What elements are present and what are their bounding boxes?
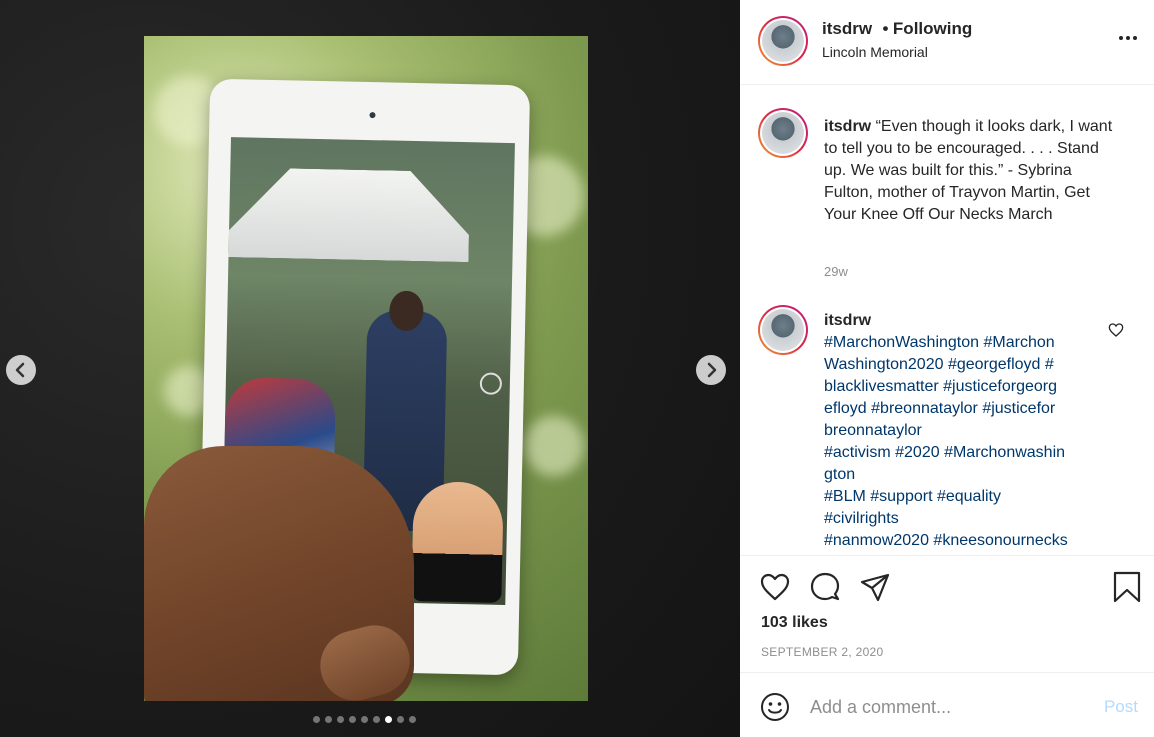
comment-button[interactable] — [808, 570, 842, 604]
heart-outline-icon — [1108, 323, 1124, 337]
carousel-dot — [361, 716, 368, 723]
carousel-dot — [385, 716, 392, 723]
caption-time[interactable]: 29w — [824, 264, 848, 279]
caption-avatar[interactable] — [758, 108, 808, 158]
hashtag-line[interactable]: Washington2020 #georgefloyd # — [824, 354, 1114, 376]
like-button[interactable] — [758, 570, 792, 604]
chevron-right-icon — [707, 362, 717, 378]
hashtag-line[interactable]: gton — [824, 464, 1114, 486]
hashtag-line[interactable]: #civilrights — [824, 508, 1114, 530]
hashtag-line[interactable]: #MarchonWashington #Marchon — [824, 332, 1114, 354]
comment-bubble-icon — [810, 572, 840, 601]
post-side-panel: itsdrw • Following Lincoln Memorial itsd… — [740, 0, 1154, 737]
comment-avatar[interactable] — [758, 305, 808, 355]
carousel-prev-button[interactable] — [6, 355, 36, 385]
avatar[interactable] — [758, 16, 808, 66]
more-options-icon — [1119, 36, 1137, 40]
save-button[interactable] — [1110, 570, 1144, 604]
smiley-icon — [761, 693, 789, 721]
hashtag-comment: itsdrw #MarchonWashington #Marchon Washin… — [824, 310, 1114, 552]
carousel-dot — [409, 716, 416, 723]
carousel-indicator — [313, 716, 416, 723]
comment-username[interactable]: itsdrw — [824, 310, 1114, 332]
caption: itsdrw “Even though it looks dark, I wan… — [824, 116, 1124, 226]
hashtag-list: #MarchonWashington #Marchon Washington202… — [824, 332, 1114, 552]
header-username[interactable]: itsdrw — [822, 19, 872, 38]
hashtag-line[interactable]: #activism #2020 #Marchonwashin — [824, 442, 1114, 464]
comment-input[interactable] — [810, 693, 1090, 721]
location-link[interactable]: Lincoln Memorial — [822, 44, 928, 60]
hashtag-line[interactable]: #nanmow2020 #kneesonournecks — [824, 530, 1114, 552]
paper-plane-icon — [860, 573, 890, 602]
add-comment-bar: Post — [740, 672, 1154, 737]
hashtag-line[interactable]: efloyd #breonnataylor #justicefor — [824, 398, 1114, 420]
following-button[interactable]: Following — [893, 19, 972, 38]
caption-username[interactable]: itsdrw — [824, 118, 871, 135]
post-header: itsdrw • Following Lincoln Memorial — [740, 0, 1154, 85]
emoji-button[interactable] — [760, 692, 790, 722]
bookmark-icon — [1113, 571, 1141, 603]
post-actions: 103 likes SEPTEMBER 2, 2020 — [740, 555, 1154, 672]
post-photo[interactable] — [144, 36, 588, 701]
post-date[interactable]: SEPTEMBER 2, 2020 — [761, 645, 884, 659]
comment-like-button[interactable] — [1108, 322, 1124, 341]
more-options-button[interactable] — [1118, 28, 1138, 54]
share-button[interactable] — [858, 570, 892, 604]
carousel-dot — [325, 716, 332, 723]
post-comment-button[interactable]: Post — [1104, 697, 1138, 717]
carousel-dot — [373, 716, 380, 723]
carousel-dot — [349, 716, 356, 723]
chevron-left-icon — [15, 362, 25, 378]
heart-icon — [760, 573, 790, 601]
likes-count[interactable]: 103 likes — [761, 614, 828, 632]
carousel-next-button[interactable] — [696, 355, 726, 385]
post-media — [0, 0, 740, 737]
hashtag-line[interactable]: #BLM #support #equality — [824, 486, 1114, 508]
hashtag-line[interactable]: blacklivesmatter #justiceforgeorg — [824, 376, 1114, 398]
hashtag-line[interactable]: breonnataylor — [824, 420, 1114, 442]
comments-section: itsdrw “Even though it looks dark, I wan… — [740, 86, 1154, 555]
follow-separator: • — [882, 19, 889, 38]
carousel-dot — [337, 716, 344, 723]
carousel-dot — [313, 716, 320, 723]
carousel-dot — [397, 716, 404, 723]
